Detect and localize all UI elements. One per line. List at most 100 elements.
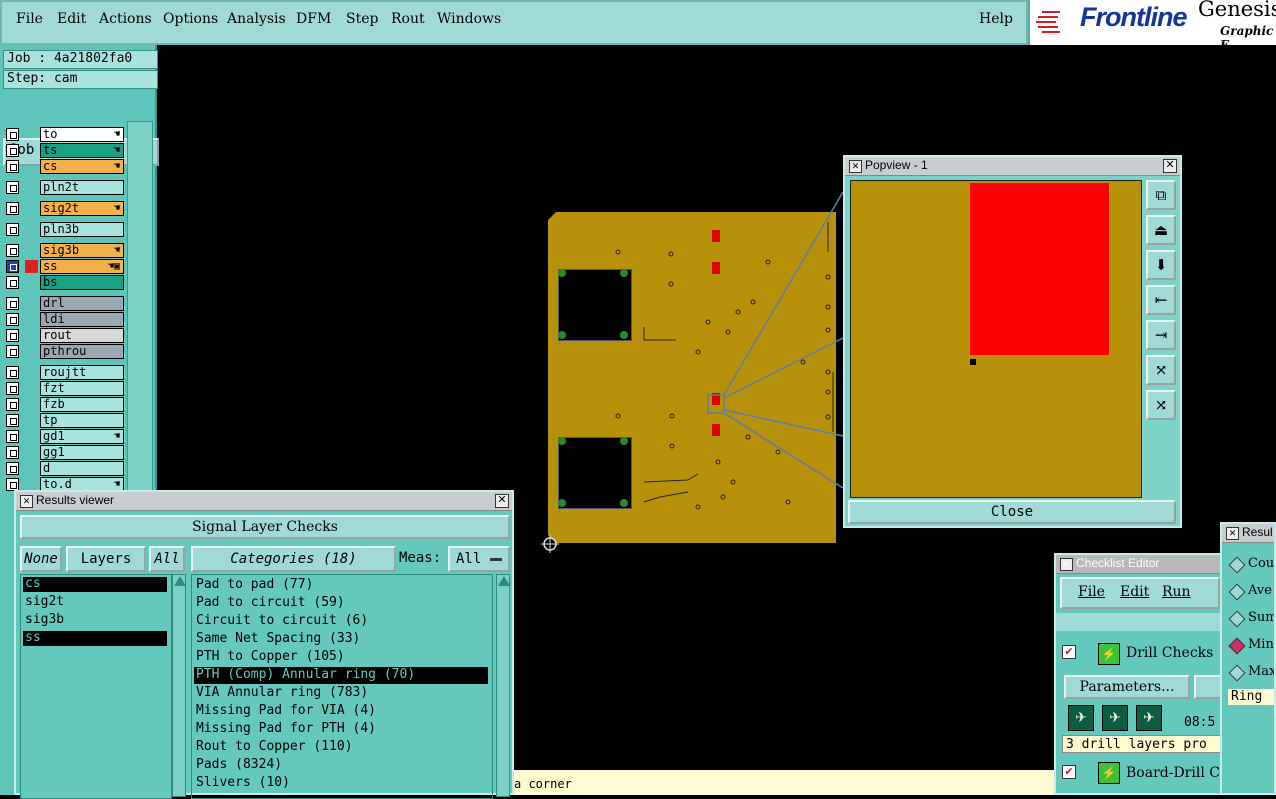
- select-all-button[interactable]: All: [149, 546, 185, 572]
- measure-radio[interactable]: [1228, 664, 1246, 682]
- drill-checks-checkbox[interactable]: ✔: [1062, 645, 1076, 659]
- menu-rout[interactable]: Rout: [391, 11, 425, 27]
- layer-name[interactable]: bs: [40, 275, 124, 290]
- run-check-icon[interactable]: ✈: [1102, 705, 1128, 731]
- results-category-item[interactable]: Pad to circuit (59): [194, 595, 488, 612]
- layer-name[interactable]: ts ☚: [40, 143, 124, 158]
- menu-windows[interactable]: Windows: [437, 11, 501, 27]
- close-icon[interactable]: ✕: [1163, 159, 1177, 173]
- zoom-out-icon[interactable]: ⤨: [1146, 390, 1176, 420]
- popview-titlebar[interactable]: ✕ Popview - 1 ✕: [845, 157, 1180, 176]
- results-viewer-titlebar[interactable]: ✕ Results viewer ✕: [16, 492, 512, 511]
- results-category-item[interactable]: PTH to Copper (105): [194, 649, 488, 666]
- results-category-item[interactable]: Pad to pad (77): [194, 577, 488, 594]
- layer-name[interactable]: d: [40, 461, 124, 476]
- layer-list-scrollbar[interactable]: [172, 574, 186, 797]
- pan-up-icon[interactable]: ⏏: [1146, 215, 1176, 245]
- layer-work-indicator[interactable]: [25, 260, 38, 273]
- menu-actions[interactable]: Actions: [99, 11, 152, 27]
- drill-action-icon[interactable]: ⚡: [1098, 643, 1120, 665]
- layer-display-checkbox[interactable]: [6, 430, 19, 443]
- layer-display-checkbox[interactable]: [6, 128, 19, 141]
- results-layer-list[interactable]: cs sig2t sig3b ss: [20, 574, 172, 799]
- layer-display-checkbox[interactable]: [6, 202, 19, 215]
- layer-name[interactable]: ss ☚▣: [40, 259, 124, 274]
- layer-name[interactable]: to ☚: [40, 127, 124, 142]
- layer-name[interactable]: pln3b: [40, 222, 124, 237]
- layer-name[interactable]: drl: [40, 296, 124, 311]
- results-category-item[interactable]: Missing Pad for VIA (4): [194, 703, 488, 720]
- board-drill-checkbox[interactable]: ✔: [1062, 765, 1076, 779]
- popview-canvas[interactable]: [850, 180, 1142, 498]
- results-layer-item[interactable]: cs: [23, 577, 167, 592]
- results-category-list[interactable]: Pad to pad (77) Pad to circuit (59) Circui…: [191, 574, 493, 799]
- category-list-scrollbar[interactable]: [496, 574, 510, 797]
- close-icon[interactable]: ✕: [495, 494, 509, 508]
- layer-display-checkbox[interactable]: [6, 276, 19, 289]
- run-check-icon[interactable]: ✈: [1068, 705, 1094, 731]
- results-category-item[interactable]: Same Net Spacing (33): [194, 631, 488, 648]
- results-category-item[interactable]: Pads (8324): [194, 757, 488, 774]
- layer-display-checkbox[interactable]: [6, 160, 19, 173]
- results-category-item[interactable]: Slivers (10): [194, 775, 488, 792]
- layer-name[interactable]: gd1 ☚: [40, 429, 124, 444]
- layer-name[interactable]: sig3b ☚: [40, 243, 124, 258]
- popview-close-button[interactable]: Close: [848, 500, 1176, 524]
- checklist-menu-run[interactable]: Run: [1162, 584, 1191, 600]
- scroll-up-icon[interactable]: [174, 576, 186, 586]
- window-menu-icon[interactable]: ✕: [1226, 527, 1239, 540]
- checklist-titlebar[interactable]: ✕ Checklist Editor: [1056, 555, 1222, 574]
- results-layer-item[interactable]: ss: [23, 631, 167, 646]
- layer-display-checkbox[interactable]: [6, 398, 19, 411]
- results-category-item[interactable]: Circuit to circuit (6): [194, 613, 488, 630]
- layer-name[interactable]: cs ☚: [40, 159, 124, 174]
- results-window-titlebar[interactable]: ✕ Resul: [1222, 524, 1274, 543]
- layer-display-checkbox[interactable]: [6, 223, 19, 236]
- layer-display-checkbox[interactable]: [6, 260, 19, 273]
- menu-edit[interactable]: Edit: [57, 11, 86, 27]
- select-none-button[interactable]: None: [20, 546, 62, 572]
- layer-name[interactable]: ldi: [40, 312, 124, 327]
- measure-radio[interactable]: [1228, 610, 1246, 628]
- results-layer-item[interactable]: sig3b: [23, 613, 167, 628]
- menu-file[interactable]: File: [16, 11, 43, 27]
- results-category-item[interactable]: Missing Pad for PTH (4): [194, 721, 488, 738]
- layer-name[interactable]: gg1: [40, 445, 124, 460]
- pan-right-icon[interactable]: ⇥: [1146, 320, 1176, 350]
- window-menu-icon[interactable]: ✕: [20, 495, 33, 508]
- pan-left-icon[interactable]: ⇤: [1146, 285, 1176, 315]
- zoom-in-icon[interactable]: ⤧: [1146, 355, 1176, 385]
- layer-display-checkbox[interactable]: [6, 181, 19, 194]
- measure-radio[interactable]: [1228, 637, 1246, 655]
- window-menu-icon[interactable]: ✕: [849, 160, 862, 173]
- results-category-item[interactable]: Rout to Copper (110): [194, 739, 488, 756]
- layer-display-checkbox[interactable]: [6, 297, 19, 310]
- scroll-up-icon[interactable]: [498, 576, 510, 586]
- layer-display-checkbox[interactable]: [6, 313, 19, 326]
- layer-display-checkbox[interactable]: [6, 144, 19, 157]
- checklist-menu-file[interactable]: File: [1078, 584, 1105, 600]
- measure-radio[interactable]: [1228, 556, 1246, 574]
- layer-display-checkbox[interactable]: [6, 382, 19, 395]
- board-drill-action-icon[interactable]: ⚡: [1098, 762, 1120, 784]
- layer-display-checkbox[interactable]: [6, 329, 19, 342]
- menu-dfm[interactable]: DFM: [296, 11, 331, 27]
- menu-help[interactable]: Help: [979, 11, 1013, 27]
- menu-analysis[interactable]: Analysis: [227, 11, 286, 27]
- measure-radio[interactable]: [1228, 583, 1246, 601]
- menu-step[interactable]: Step: [346, 11, 378, 27]
- pan-down-icon[interactable]: ⬇: [1146, 250, 1176, 280]
- layer-display-checkbox[interactable]: [6, 414, 19, 427]
- layer-display-checkbox[interactable]: [6, 462, 19, 475]
- layer-display-checkbox[interactable]: [6, 366, 19, 379]
- menu-options[interactable]: Options: [163, 11, 218, 27]
- window-menu-icon[interactable]: ✕: [1060, 558, 1073, 571]
- meas-dropdown[interactable]: All: [448, 546, 510, 572]
- layer-name[interactable]: sig2t ☚: [40, 201, 124, 216]
- layer-display-checkbox[interactable]: [6, 244, 19, 257]
- results-category-item[interactable]: PTH (Comp) Annular ring (70): [194, 667, 488, 684]
- layer-name[interactable]: roujtt: [40, 365, 124, 380]
- layer-name[interactable]: pthrou: [40, 344, 124, 359]
- results-category-item[interactable]: VIA Annular ring (783): [194, 685, 488, 702]
- categories-button[interactable]: Categories (18): [191, 546, 396, 572]
